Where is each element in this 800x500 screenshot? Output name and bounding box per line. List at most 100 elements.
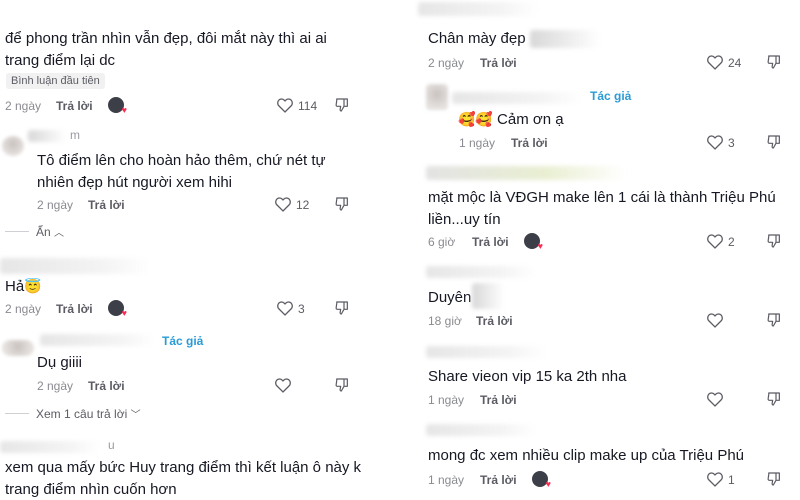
hide-label: Ẩn: [36, 225, 51, 239]
dislike-button[interactable]: [334, 196, 350, 212]
heart-icon: ♥: [121, 105, 127, 115]
emoji: 🥰🥰: [458, 111, 493, 127]
chevron-down-icon: ﹀: [130, 410, 141, 421]
reply-button[interactable]: Trả lời: [88, 379, 125, 393]
heart-outline-icon: [707, 392, 723, 407]
comment-time: 6 giờ: [428, 235, 456, 249]
like-button[interactable]: [706, 471, 724, 487]
comment-time: 2 ngày: [37, 198, 74, 212]
heart-outline-icon: [277, 301, 293, 316]
username-blurred[interactable]: [426, 346, 546, 358]
username-blurred[interactable]: [40, 334, 155, 346]
heart-icon: ♥: [545, 479, 551, 489]
like-button[interactable]: [706, 391, 724, 407]
like-button[interactable]: [276, 300, 294, 316]
username-blurred[interactable]: [426, 424, 536, 436]
view-replies-button[interactable]: Xem 1 câu trả lời ﹀: [36, 406, 141, 421]
comment-text: để phong trần nhìn vẫn đẹp, đôi mắt này …: [5, 30, 327, 69]
thumbs-down-outline-icon: [335, 301, 348, 315]
thumbs-down-outline-icon: [335, 98, 348, 112]
emoji: 😇: [24, 278, 42, 294]
heart-outline-icon: [707, 135, 723, 150]
reply-button[interactable]: Trả lời: [480, 473, 517, 487]
username-blurred[interactable]: [452, 92, 582, 104]
right-comment-column: Chân mày đẹp 2 ngày Trả lời 24 Tác giả 🥰…: [418, 0, 800, 500]
thumbs-down-outline-icon: [767, 135, 780, 149]
comment-text: Hả: [5, 278, 25, 295]
like-button[interactable]: [706, 312, 724, 328]
like-count: 12: [296, 198, 310, 212]
heart-outline-icon: [277, 98, 293, 113]
username-blurred[interactable]: [28, 130, 66, 142]
dislike-button[interactable]: [766, 134, 782, 150]
heart-outline-icon: [707, 313, 723, 328]
reply-button[interactable]: Trả lời: [480, 56, 517, 70]
comment-text: mặt mộc là VĐGH make lên 1 cái là thành …: [428, 189, 776, 228]
like-button[interactable]: [706, 54, 724, 70]
heart-icon: ♥: [121, 308, 127, 318]
dislike-button[interactable]: [766, 233, 782, 249]
mention-blurred[interactable]: [472, 283, 504, 309]
creator-liked-avatar: ♥: [108, 97, 127, 115]
creator-liked-avatar: ♥: [524, 233, 543, 251]
reply-button[interactable]: Trả lời: [511, 136, 548, 150]
like-count: 1: [728, 473, 735, 487]
comment-text-row: Hả😇: [5, 275, 42, 298]
user-avatar[interactable]: [426, 84, 448, 110]
dislike-button[interactable]: [766, 471, 782, 487]
thumbs-down-outline-icon: [767, 55, 780, 69]
like-count: 3: [728, 136, 735, 150]
dislike-button[interactable]: [334, 377, 350, 393]
reply-button[interactable]: Trả lời: [56, 99, 93, 113]
like-button[interactable]: [706, 134, 724, 150]
username-tail: m: [70, 128, 80, 142]
comment-time: 18 giờ: [428, 314, 462, 328]
thread-line: [5, 231, 29, 232]
comment-text: Chân mày đẹp: [428, 30, 526, 47]
reply-button[interactable]: Trả lời: [56, 302, 93, 316]
like-button[interactable]: [274, 377, 292, 393]
username-blurred[interactable]: [426, 266, 536, 278]
comment-text: Dụ giiii: [37, 354, 83, 371]
reply-button[interactable]: Trả lời: [88, 198, 125, 212]
username-blurred[interactable]: [0, 258, 150, 274]
thumbs-down-outline-icon: [767, 234, 780, 248]
username-blurred[interactable]: [0, 441, 100, 453]
user-avatar[interactable]: [2, 340, 34, 356]
comment-time: 1 ngày: [459, 136, 496, 150]
like-count: 114: [298, 99, 318, 113]
reply-button[interactable]: Trả lời: [480, 393, 517, 407]
like-button[interactable]: [276, 97, 294, 113]
view-replies-label: Xem 1 câu trả lời: [36, 407, 128, 421]
creator-liked-avatar: ♥: [108, 300, 127, 318]
like-button[interactable]: [274, 196, 292, 212]
heart-outline-icon: [707, 472, 723, 487]
dislike-button[interactable]: [766, 312, 782, 328]
comment-text: Duyên: [428, 289, 472, 306]
dislike-button[interactable]: [334, 97, 350, 113]
username-blurred[interactable]: [426, 166, 626, 180]
comment-text: Cảm ơn ạ: [497, 111, 564, 128]
heart-outline-icon: [707, 234, 723, 249]
reply-button[interactable]: Trả lời: [476, 314, 513, 328]
hide-replies-button[interactable]: Ẩn ︿: [36, 224, 64, 239]
heart-outline-icon: [275, 197, 291, 212]
comment-time: 2 ngày: [428, 56, 465, 70]
comment-time: 2 ngày: [37, 379, 74, 393]
username-blurred[interactable]: [418, 2, 538, 16]
mention-blurred[interactable]: [530, 30, 600, 48]
chevron-up-icon: ︿: [54, 228, 65, 239]
thumbs-down-outline-icon: [767, 313, 780, 327]
thumbs-down-outline-icon: [335, 197, 348, 211]
dislike-button[interactable]: [334, 300, 350, 316]
left-comment-column: để phong trần nhìn vẫn đẹp, đôi mắt này …: [0, 0, 361, 500]
comment-time: 1 ngày: [428, 393, 465, 407]
author-tag: Tác giả: [162, 334, 204, 348]
user-avatar[interactable]: [2, 136, 24, 156]
reply-button[interactable]: Trả lời: [472, 235, 509, 249]
dislike-button[interactable]: [766, 391, 782, 407]
like-button[interactable]: [706, 233, 724, 249]
dislike-button[interactable]: [766, 54, 782, 70]
first-comment-badge: Bình luận đầu tiên: [6, 73, 105, 89]
comment-time: 2 ngày: [5, 99, 42, 113]
